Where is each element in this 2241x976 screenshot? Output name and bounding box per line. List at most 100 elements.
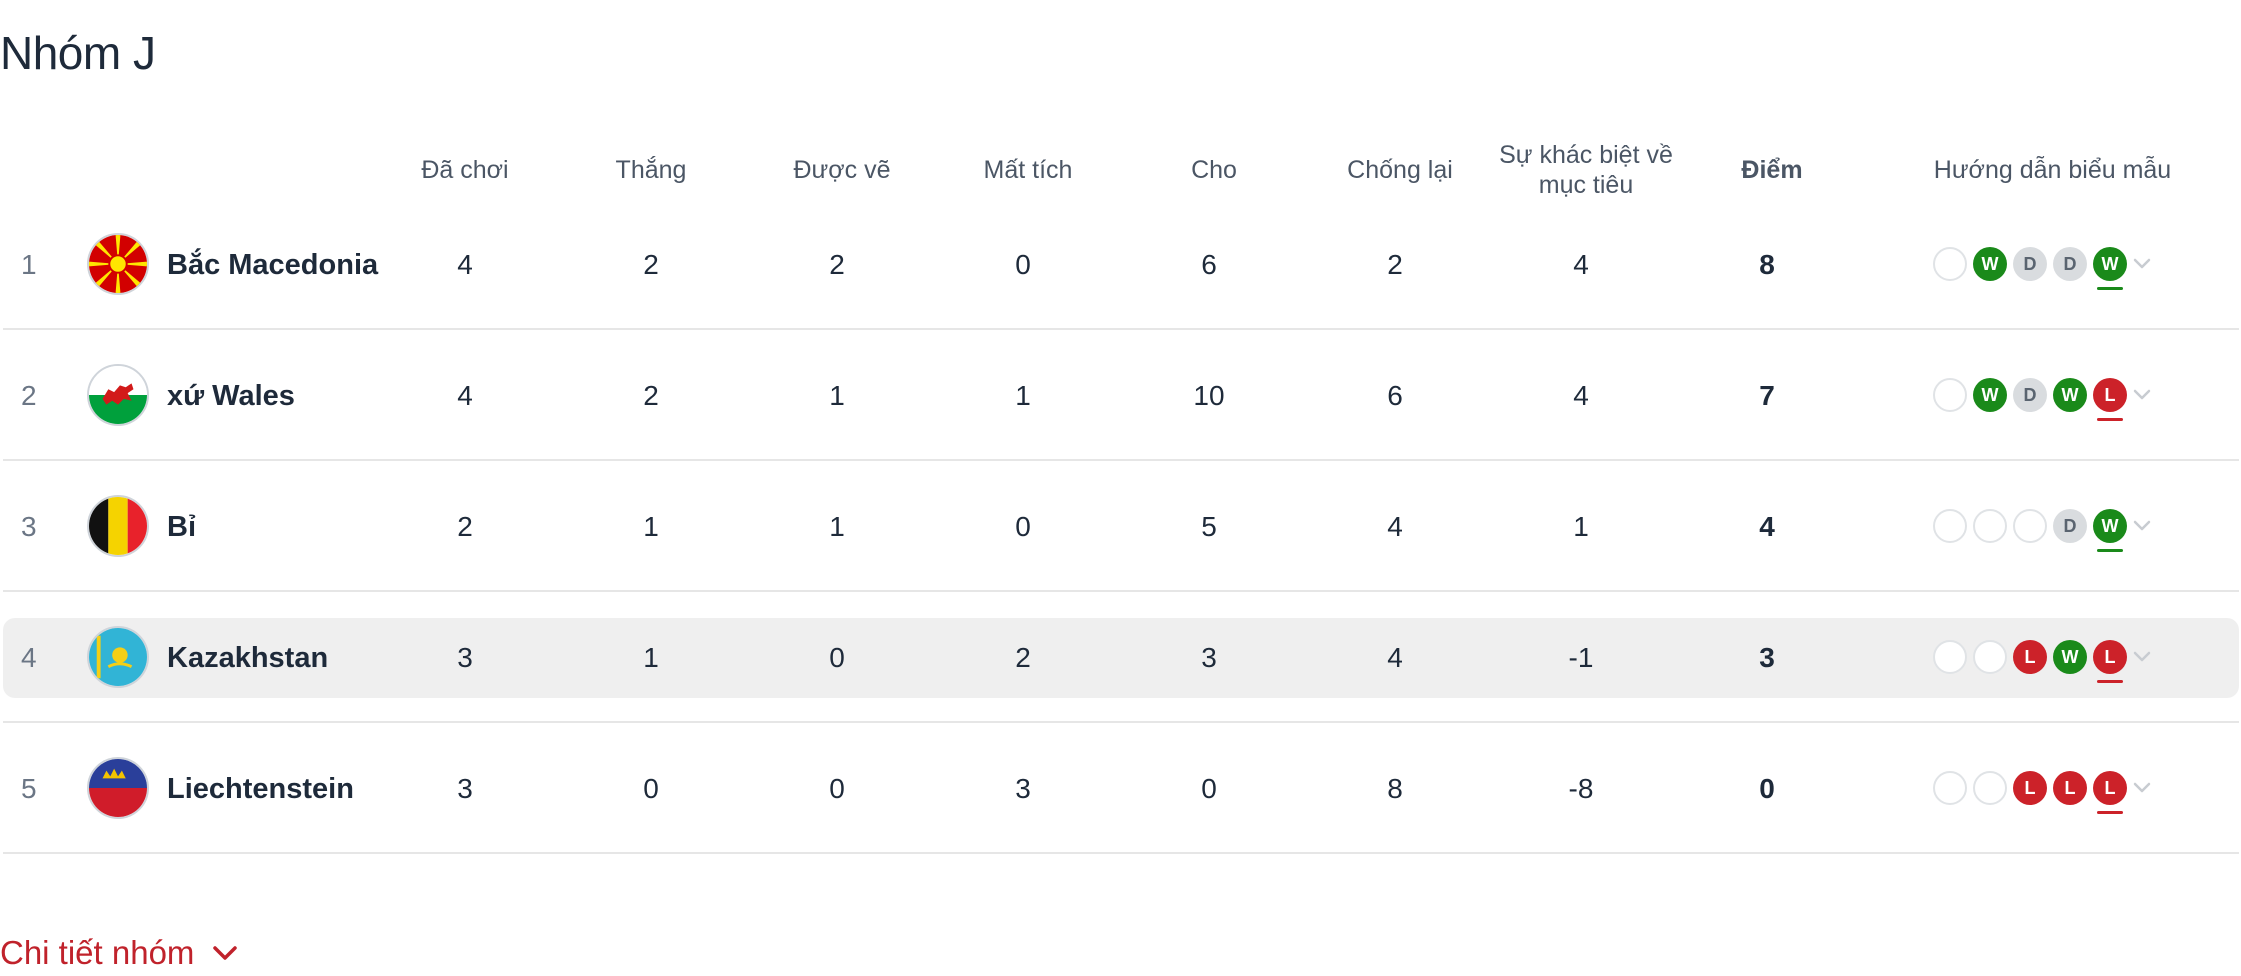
form-result: [1933, 771, 1967, 805]
kazakhstan-flag: [87, 626, 149, 688]
form-result: [1933, 509, 1967, 543]
team-name[interactable]: xứ Wales: [167, 331, 387, 461]
form-result: D: [2013, 247, 2047, 281]
stat-for: 6: [1201, 249, 1217, 280]
stat-for: 5: [1201, 511, 1217, 542]
form-guide: LWL: [1933, 593, 2173, 723]
stat-against: 2: [1387, 249, 1403, 280]
latest-result-marker: [2097, 287, 2123, 290]
stat-played: 3: [457, 642, 473, 673]
team-name[interactable]: Bỉ: [167, 462, 387, 592]
table-row[interactable]: 5 Liechtenstein 3 0 0 3 0 8 -8 0 L L L: [3, 724, 2239, 854]
row-divider: [3, 590, 2239, 592]
stat-pts: 3: [1759, 642, 1775, 673]
row-divider: [3, 328, 2239, 330]
form-result: L: [2093, 640, 2127, 674]
stat-gd: -1: [1568, 642, 1594, 673]
stat-drawn: 1: [829, 511, 845, 542]
stat-drawn: 0: [829, 642, 845, 673]
stat-gd: -8: [1568, 773, 1594, 804]
chevron-down-icon[interactable]: [2131, 383, 2153, 405]
stat-won: 1: [643, 642, 659, 673]
form-guide: WDDW: [1933, 200, 2173, 330]
row-divider: [3, 721, 2239, 723]
form-result: W: [2093, 509, 2127, 543]
stat-against: 8: [1387, 773, 1403, 804]
stat-won: 2: [643, 249, 659, 280]
position: 4: [21, 642, 37, 673]
form-result: L: [2013, 771, 2047, 805]
group-title: Nhóm J: [0, 27, 156, 79]
latest-result-marker: [2097, 680, 2123, 683]
stat-for: 0: [1201, 773, 1217, 804]
stat-lost: 0: [1015, 511, 1031, 542]
stat-against: 4: [1387, 511, 1403, 542]
team-name[interactable]: Bắc Macedonia: [167, 200, 387, 330]
north-macedonia-flag: [87, 233, 149, 295]
stat-gd: 4: [1573, 249, 1589, 280]
stat-lost: 2: [1015, 642, 1031, 673]
stat-drawn: 0: [829, 773, 845, 804]
table-row[interactable]: 3 Bỉ 2 1 1 0 5 4 1 4 D W: [3, 462, 2239, 592]
chevron-down-icon[interactable]: [2131, 776, 2153, 798]
position: 2: [21, 380, 37, 411]
stat-lost: 1: [1015, 380, 1031, 411]
form-result: [2013, 509, 2047, 543]
stat-gd: 1: [1573, 511, 1589, 542]
table-row[interactable]: 4 Kazakhstan 3 1 0 2 3 4 -1 3 L W L: [3, 593, 2239, 723]
team-name[interactable]: Kazakhstan: [167, 593, 387, 723]
team-name[interactable]: Liechtenstein: [167, 724, 387, 854]
form-result: L: [2093, 771, 2127, 805]
stat-pts: 4: [1759, 511, 1775, 542]
latest-result-marker: [2097, 418, 2123, 421]
header-form: Hướng dẫn biểu mẫu: [1933, 156, 2172, 184]
position: 1: [21, 249, 37, 280]
stat-drawn: 2: [829, 249, 845, 280]
form-result: [1933, 378, 1967, 412]
table-row[interactable]: 1 Bắc Macedonia 4 2 2 0 6 2 4 8 W D D W: [3, 200, 2239, 330]
header-points: Điểm: [1741, 156, 1803, 184]
form-result: L: [2093, 378, 2127, 412]
header-won: Thắng: [615, 156, 687, 184]
stat-played: 4: [457, 249, 473, 280]
header-drawn: Được vẽ: [793, 156, 891, 184]
form-guide: LLL: [1933, 724, 2173, 854]
form-result: [1973, 509, 2007, 543]
header-played: Đã chơi: [421, 156, 509, 184]
stat-played: 4: [457, 380, 473, 411]
form-result: W: [2053, 640, 2087, 674]
stat-drawn: 1: [829, 380, 845, 411]
form-result: [1933, 247, 1967, 281]
stat-pts: 8: [1759, 249, 1775, 280]
position: 3: [21, 511, 37, 542]
liechtenstein-flag: [87, 757, 149, 819]
table-row[interactable]: 2 xứ Wales 4 2 1 1 10 6 4 7 W D W L: [3, 331, 2239, 461]
wales-flag: [87, 364, 149, 426]
header-for: Cho: [1191, 156, 1237, 184]
stat-pts: 0: [1759, 773, 1775, 804]
group-details-link[interactable]: Chi tiết nhóm: [0, 934, 238, 972]
form-result: W: [1973, 378, 2007, 412]
form-result: D: [2053, 247, 2087, 281]
stat-won: 0: [643, 773, 659, 804]
stat-against: 6: [1387, 380, 1403, 411]
belgium-flag: [87, 495, 149, 557]
form-result: D: [2013, 378, 2047, 412]
stat-pts: 7: [1759, 380, 1775, 411]
chevron-down-icon[interactable]: [2131, 645, 2153, 667]
stat-lost: 0: [1015, 249, 1031, 280]
stat-won: 2: [643, 380, 659, 411]
header-goal-diff: Sự khác biệt về mục tiêu: [1499, 141, 1673, 199]
form-result: L: [2053, 771, 2087, 805]
latest-result-marker: [2097, 549, 2123, 552]
form-result: W: [2053, 378, 2087, 412]
row-divider: [3, 459, 2239, 461]
form-guide: WDWL: [1933, 331, 2173, 461]
chevron-down-icon: [213, 946, 238, 960]
form-result: [1973, 640, 2007, 674]
group-details-label: Chi tiết nhóm: [0, 934, 195, 971]
chevron-down-icon[interactable]: [2131, 252, 2153, 274]
chevron-down-icon[interactable]: [2131, 514, 2153, 536]
stat-for: 3: [1201, 642, 1217, 673]
position: 5: [21, 773, 37, 804]
